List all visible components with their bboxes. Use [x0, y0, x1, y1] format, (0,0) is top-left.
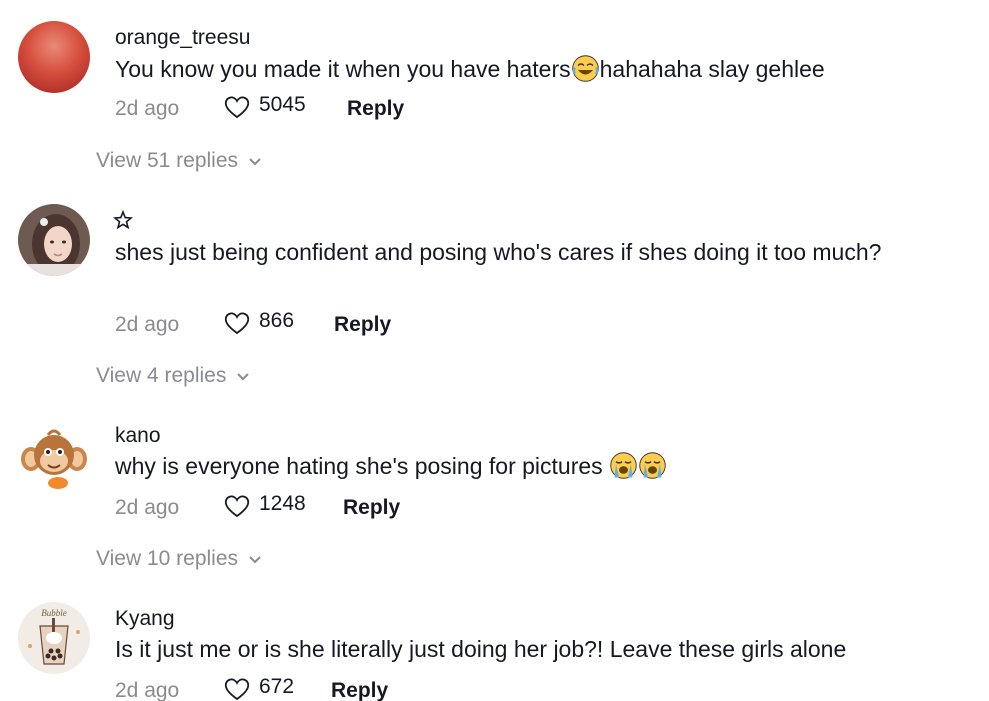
view-replies-label: View 51 replies: [96, 149, 239, 172]
like-count: 672: [259, 675, 295, 698]
laughing-tears-emoji-icon: [571, 55, 599, 82]
avatar[interactable]: Bubble: [18, 602, 90, 674]
view-replies-button[interactable]: View 51 replies: [96, 149, 264, 173]
like-count: 5045: [259, 93, 306, 116]
comment-text: why is everyone hating she's posing for …: [115, 451, 915, 482]
timestamp: 2d ago: [115, 97, 180, 120]
like-count: 866: [259, 309, 295, 332]
heart-icon[interactable]: [223, 309, 251, 337]
username[interactable]: orange_treesu: [115, 26, 250, 50]
avatar[interactable]: [18, 21, 90, 93]
chevron-down-icon: [234, 367, 252, 385]
comment-text-part: hahahaha slay gehlee: [599, 56, 825, 82]
loudly-crying-emoji-icon: [639, 452, 666, 479]
timestamp: 2d ago: [115, 313, 180, 336]
like-count: 1248: [259, 492, 306, 515]
comment-text-part: why is everyone hating she's posing for …: [115, 453, 610, 479]
reply-button[interactable]: Reply: [343, 496, 400, 520]
username[interactable]: kano: [115, 424, 161, 448]
view-replies-button[interactable]: View 4 replies: [96, 364, 252, 388]
timestamp: 2d ago: [115, 496, 180, 519]
reply-button[interactable]: Reply: [331, 679, 388, 701]
avatar[interactable]: [18, 419, 90, 491]
username[interactable]: ☆: [113, 210, 133, 230]
view-replies-label: View 10 replies: [96, 547, 239, 570]
heart-icon[interactable]: [223, 675, 251, 701]
chevron-down-icon: [246, 152, 264, 170]
timestamp: 2d ago: [115, 679, 180, 701]
chevron-down-icon: [246, 550, 264, 568]
avatar[interactable]: [18, 204, 90, 276]
comments-list: orange_treesu You know you made it when …: [0, 0, 989, 701]
view-replies-button[interactable]: View 10 replies: [96, 547, 264, 571]
view-replies-label: View 4 replies: [96, 364, 227, 387]
comment-text: shes just being confident and posing who…: [115, 239, 882, 265]
heart-icon[interactable]: [223, 492, 251, 520]
username[interactable]: Kyang: [115, 607, 175, 631]
heart-icon[interactable]: [223, 93, 251, 121]
comment-text: You know you made it when you have hater…: [115, 54, 915, 85]
loudly-crying-emoji-icon: [610, 452, 637, 479]
comment-text: Is it just me or is she literally just d…: [115, 636, 847, 662]
reply-button[interactable]: Reply: [334, 313, 391, 337]
comment-text-part: You know you made it when you have hater…: [115, 56, 571, 82]
avatar-cup-text: Bubble: [41, 608, 67, 618]
reply-button[interactable]: Reply: [347, 97, 404, 121]
